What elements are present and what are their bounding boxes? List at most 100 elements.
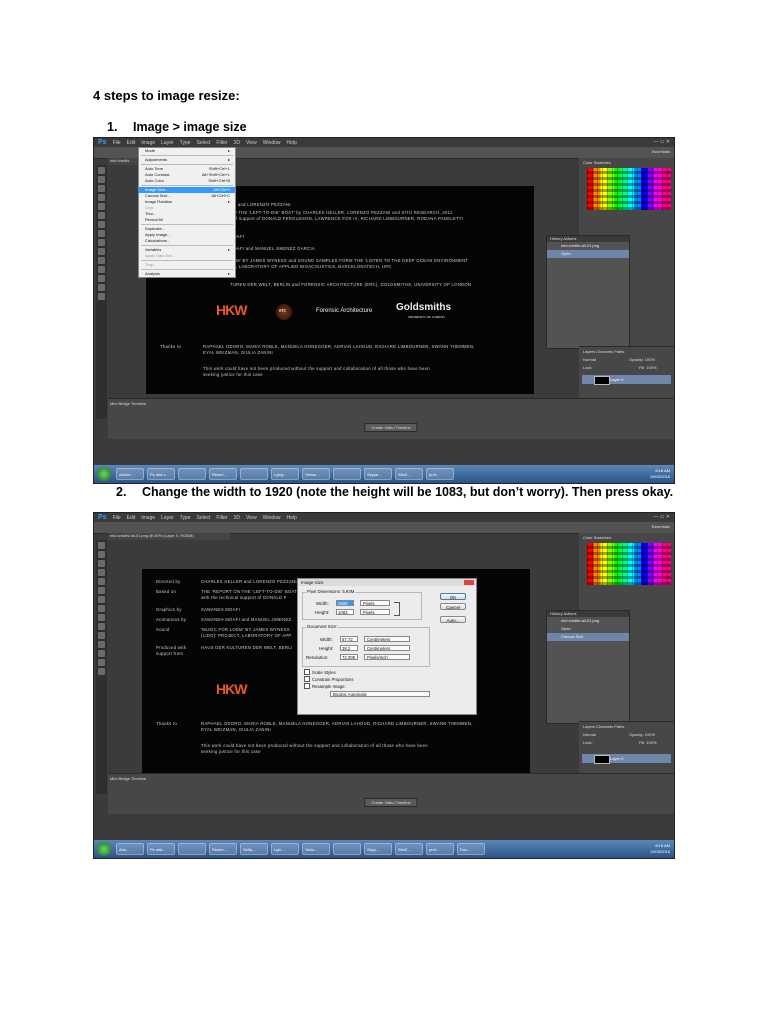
gradient-tool-icon[interactable] — [98, 623, 105, 630]
layers-tabs[interactable]: Layers Channels Paths — [583, 349, 624, 354]
menu-3d[interactable]: 3D — [234, 515, 240, 521]
taskbar-app-button[interactable] — [178, 843, 206, 855]
width-unit-select[interactable]: Pixels — [360, 600, 390, 606]
taskbar-app-button[interactable]: Lyin... — [271, 843, 299, 855]
move-tool-icon[interactable] — [98, 167, 105, 174]
stamp-tool-icon[interactable] — [98, 605, 105, 612]
taskbar-app-button[interactable]: Yahoo... — [302, 468, 330, 480]
create-video-timeline-button[interactable]: Create Video Timeline — [364, 423, 418, 432]
menu-edit[interactable]: Edit — [127, 515, 136, 521]
type-tool-icon[interactable] — [98, 266, 105, 273]
workspace-switcher[interactable]: Essentials — [652, 149, 670, 154]
menu-filter[interactable]: Filter — [216, 515, 227, 521]
marquee-tool-icon[interactable] — [98, 176, 105, 183]
pen-tool-icon[interactable] — [98, 632, 105, 639]
cancel-button[interactable]: Cancel — [440, 603, 466, 610]
menu-file[interactable]: File — [113, 515, 121, 521]
fill-field[interactable]: Fill: 100% — [639, 740, 657, 745]
type-tool-icon[interactable] — [98, 641, 105, 648]
taskbar-app-button[interactable]: Recen... — [209, 843, 237, 855]
taskbar-app-button[interactable]: Ado... — [116, 843, 144, 855]
taskbar-app-button[interactable]: prof... — [426, 843, 454, 855]
image-menu-item[interactable]: Auto Color Shift+Ctrl+B — [139, 178, 235, 184]
menu-3d[interactable]: 3D — [234, 140, 240, 146]
image-menu-item[interactable]: Calculations... — [139, 238, 235, 244]
create-video-timeline-button[interactable]: Create Video Timeline — [364, 798, 418, 807]
opacity-field[interactable]: Opacity: 100% — [629, 357, 655, 362]
menu-view[interactable]: View — [246, 140, 257, 146]
taskbar-app-button[interactable]: Lying... — [271, 468, 299, 480]
close-icon[interactable] — [464, 580, 474, 585]
workspace-switcher[interactable]: Essentials — [652, 524, 670, 529]
menu-image[interactable]: Image — [141, 140, 155, 146]
layer-row[interactable]: Layer 0 — [582, 375, 671, 385]
height-field[interactable]: 1083 — [336, 609, 354, 615]
history-snapshot[interactable]: mid credits all-01.png — [547, 617, 629, 625]
taskbar-app-button[interactable]: Ps mid... — [147, 843, 175, 855]
swatches-grid[interactable] — [587, 543, 671, 585]
lasso-tool-icon[interactable] — [98, 185, 105, 192]
quick-select-tool-icon[interactable] — [98, 569, 105, 576]
taskbar-app-button[interactable]: Ps mid c... — [147, 468, 175, 480]
menu-type[interactable]: Type — [180, 515, 191, 521]
taskbar-app-button[interactable]: Yaho... — [302, 843, 330, 855]
menu-image[interactable]: Image — [141, 515, 155, 521]
crop-tool-icon[interactable] — [98, 578, 105, 585]
timeline-tabs[interactable]: Mini Bridge Timeline — [110, 776, 146, 781]
menu-help[interactable]: Help — [287, 515, 297, 521]
eyedropper-tool-icon[interactable] — [98, 587, 105, 594]
eyedropper-tool-icon[interactable] — [98, 212, 105, 219]
menu-type[interactable]: Type — [180, 140, 191, 146]
taskbar-app-button[interactable]: Skyp... — [364, 843, 392, 855]
shape-tool-icon[interactable] — [98, 650, 105, 657]
taskbar-app-button[interactable]: Adobe... — [116, 468, 144, 480]
resample-image-checkbox[interactable]: Resample Image: — [304, 683, 346, 689]
window-controls[interactable]: — ▭ ✕ — [653, 139, 670, 145]
opacity-field[interactable]: Opacity: 100% — [629, 732, 655, 737]
swatches-grid[interactable] — [587, 168, 671, 210]
history-state[interactable]: Canvas Size — [547, 633, 629, 641]
eraser-tool-icon[interactable] — [98, 614, 105, 621]
quick-select-tool-icon[interactable] — [98, 194, 105, 201]
layer-row[interactable]: Layer 0 — [582, 754, 671, 764]
layers-tabs[interactable]: Layers Channels Paths — [583, 724, 624, 729]
marquee-tool-icon[interactable] — [98, 551, 105, 558]
taskbar-clock[interactable]: 8:18 AM 10/03/2016 — [650, 843, 670, 855]
fill-field[interactable]: Fill: 100% — [639, 365, 657, 370]
shape-tool-icon[interactable] — [98, 275, 105, 282]
menu-help[interactable]: Help — [287, 140, 297, 146]
doc-width-unit-select[interactable]: Centimeters — [364, 636, 410, 642]
brush-tool-icon[interactable] — [98, 596, 105, 603]
taskbar-app-button[interactable]: Recen... — [209, 468, 237, 480]
menu-select[interactable]: Select — [197, 515, 211, 521]
menu-layer[interactable]: Layer — [161, 515, 174, 521]
window-controls[interactable]: — ▭ ✕ — [653, 514, 670, 520]
start-button[interactable] — [97, 842, 111, 856]
menu-select[interactable]: Select — [197, 140, 211, 146]
resolution-unit-select[interactable]: Pixels/Inch — [364, 654, 410, 660]
image-menu-item[interactable]: Adjustments ▸ — [139, 157, 235, 163]
eraser-tool-icon[interactable] — [98, 239, 105, 246]
blend-mode[interactable]: Normal — [583, 732, 596, 737]
color-swatches-tabs[interactable]: Color Swatches — [583, 535, 611, 540]
taskbar-clock[interactable]: 8:18 AM 10/03/2016 — [650, 468, 670, 480]
zoom-tool-icon[interactable] — [98, 668, 105, 675]
history-snapshot[interactable]: mid credits all-01.png — [547, 242, 629, 250]
image-menu-item[interactable]: Analysis ▸ — [139, 271, 235, 277]
document-tab[interactable]: mid credits all-01.png @ 50% (Layer 0, R… — [108, 533, 230, 540]
hand-tool-icon[interactable] — [98, 284, 105, 291]
hand-tool-icon[interactable] — [98, 659, 105, 666]
ok-button[interactable]: OK — [440, 593, 466, 600]
color-swatches-tabs[interactable]: Color Swatches — [583, 160, 611, 165]
menu-layer[interactable]: Layer — [161, 140, 174, 146]
width-field[interactable]: 1920 — [336, 600, 354, 606]
resample-method-select[interactable]: Bicubic Automatic — [330, 691, 430, 697]
auto-button[interactable]: Auto... — [440, 616, 466, 623]
brush-tool-icon[interactable] — [98, 221, 105, 228]
crop-tool-icon[interactable] — [98, 203, 105, 210]
taskbar-app-button[interactable]: Doc... — [457, 843, 485, 855]
lasso-tool-icon[interactable] — [98, 560, 105, 567]
resolution-field[interactable]: 72.009 — [340, 654, 358, 660]
taskbar-app-button[interactable] — [333, 843, 361, 855]
image-menu-item[interactable]: Reveal All — [139, 217, 235, 223]
